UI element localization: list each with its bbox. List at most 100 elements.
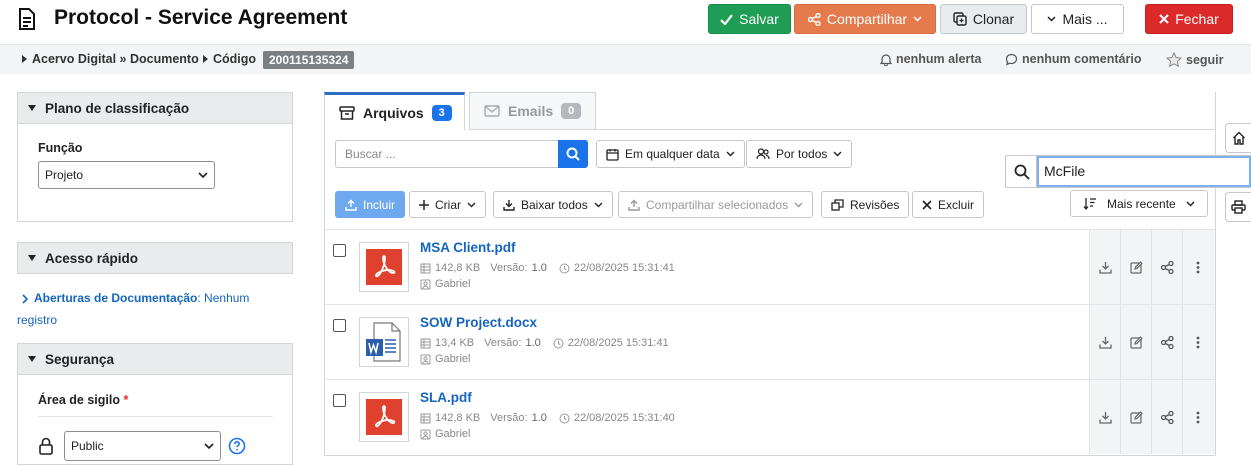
- save-label: Salvar: [739, 11, 779, 27]
- file-row[interactable]: SLA.pdf 142,8 KB Versão: 1.0 22/08/2025 …: [325, 379, 1215, 454]
- edit-button[interactable]: [1120, 230, 1151, 304]
- overlay-search-input[interactable]: McFile: [1037, 156, 1251, 187]
- file-name[interactable]: SOW Project.docx: [420, 315, 537, 330]
- tab-arquivos[interactable]: Arquivos 3: [324, 92, 465, 130]
- file-name[interactable]: MSA Client.pdf: [420, 240, 516, 255]
- quick-access-suffix-2: registro: [17, 313, 58, 327]
- file-row[interactable]: SOW Project.docx 13,4 KB Versão: 1.0 22/…: [325, 304, 1215, 379]
- check-icon: [720, 13, 734, 25]
- file-thumbnail[interactable]: [359, 317, 409, 367]
- function-select[interactable]: Projeto: [38, 161, 215, 189]
- revisions-label: Revisões: [850, 197, 900, 212]
- row-actions: [1089, 380, 1215, 454]
- overlay-search-box[interactable]: McFile: [1005, 155, 1251, 188]
- date-filter-dropdown[interactable]: Em qualquer data: [596, 140, 745, 168]
- sort-icon: [1083, 197, 1097, 210]
- revisions-button[interactable]: Revisões: [821, 191, 910, 218]
- share-button[interactable]: [1151, 380, 1182, 454]
- chevron-down-icon: [467, 202, 476, 208]
- save-button[interactable]: Salvar: [708, 4, 791, 34]
- file-row[interactable]: MSA Client.pdf 142,8 KB Versão: 1.0 22/0…: [325, 229, 1215, 304]
- edit-icon: [1129, 335, 1143, 349]
- classification-panel-header[interactable]: Plano de classificação: [17, 92, 293, 124]
- follow-link[interactable]: seguir: [1166, 52, 1224, 67]
- more-button[interactable]: Mais ...: [1031, 4, 1124, 34]
- quick-access-suffix: : Nenhum: [197, 291, 250, 305]
- edit-icon: [1129, 260, 1143, 274]
- quick-access-link[interactable]: Aberturas de Documentação: [34, 291, 197, 305]
- user-icon: [420, 354, 431, 365]
- share-button[interactable]: Compartilhar: [794, 4, 936, 34]
- home-button[interactable]: [1225, 123, 1251, 153]
- more-options-button[interactable]: [1182, 230, 1213, 304]
- revisions-icon: [831, 198, 844, 211]
- search-input[interactable]: Buscar ...: [335, 140, 559, 168]
- download-button[interactable]: [1089, 305, 1120, 379]
- print-button[interactable]: [1225, 192, 1251, 222]
- tab-emails[interactable]: Emails 0: [469, 92, 596, 130]
- chevron-down-icon: [833, 151, 842, 157]
- secrecy-area-value: Public: [71, 439, 104, 453]
- download-icon: [1098, 336, 1112, 349]
- download-all-button[interactable]: Baixar todos: [493, 191, 613, 218]
- security-panel-header[interactable]: Segurança: [17, 343, 293, 375]
- search-button[interactable]: [558, 140, 588, 168]
- share-button[interactable]: [1151, 305, 1182, 379]
- plus-icon: [419, 199, 429, 210]
- alerts-label: nenhum alerta: [896, 52, 982, 66]
- row-checkbox[interactable]: [333, 319, 346, 332]
- bell-icon: [880, 53, 892, 66]
- chevron-down-icon: [1186, 201, 1195, 207]
- caret-down-icon: [28, 105, 36, 111]
- breadcrumb-code-label: Código: [203, 52, 256, 66]
- author-name: Gabriel: [435, 428, 471, 440]
- create-button[interactable]: Criar: [409, 191, 486, 218]
- file-thumbnail[interactable]: [359, 242, 409, 292]
- quick-access-panel-header[interactable]: Acesso rápido: [17, 242, 293, 274]
- sort-dropdown[interactable]: Mais recente: [1070, 190, 1208, 217]
- share-selected-button[interactable]: Compartilhar selecionados: [618, 191, 814, 218]
- more-options-button[interactable]: [1182, 380, 1213, 454]
- breadcrumb-item: Código: [213, 52, 257, 66]
- secrecy-area-select[interactable]: Public: [64, 431, 221, 461]
- download-button[interactable]: [1089, 380, 1120, 454]
- more-options-button[interactable]: [1182, 305, 1213, 379]
- file-author: Gabriel: [420, 353, 470, 365]
- user-icon: [420, 279, 431, 290]
- user-icon: [420, 429, 431, 440]
- share-icon: [1160, 335, 1174, 349]
- upload-icon: [628, 199, 640, 211]
- breadcrumb-item[interactable]: Acervo Digital » Documento: [32, 52, 199, 66]
- share-button[interactable]: [1151, 230, 1182, 304]
- file-name[interactable]: SLA.pdf: [420, 390, 472, 405]
- file-meta: 13,4 KB Versão: 1.0 22/08/2025 15:31:41: [420, 337, 669, 349]
- comments-label: nenhum comentário: [1022, 52, 1142, 66]
- search-icon: [1014, 164, 1030, 180]
- date-filter-label: Em qualquer data: [625, 147, 720, 161]
- quick-access-item[interactable]: Aberturas de Documentação: Nenhum registr…: [17, 287, 293, 331]
- calendar-icon: [606, 148, 619, 161]
- include-button[interactable]: Incluir: [335, 191, 406, 218]
- file-size: 142,8 KB: [435, 262, 481, 274]
- alerts-link[interactable]: nenhum alerta: [880, 52, 981, 66]
- tab-label: Emails: [508, 103, 554, 119]
- delete-button[interactable]: Excluir: [912, 191, 985, 218]
- envelope-icon: [484, 105, 500, 117]
- file-thumbnail[interactable]: [359, 392, 409, 442]
- user-filter-dropdown[interactable]: Por todos: [746, 140, 853, 168]
- panel-title: Plano de classificação: [45, 100, 190, 116]
- row-checkbox[interactable]: [333, 394, 346, 407]
- help-icon[interactable]: [228, 437, 246, 455]
- download-button[interactable]: [1089, 230, 1120, 304]
- search-icon: [566, 147, 580, 161]
- file-date: 22/08/2025 15:31:41: [567, 337, 669, 349]
- clone-button[interactable]: Clonar: [940, 4, 1027, 34]
- edit-button[interactable]: [1120, 380, 1151, 454]
- author-name: Gabriel: [435, 353, 471, 365]
- users-icon: [756, 148, 770, 160]
- row-checkbox[interactable]: [333, 244, 346, 257]
- comments-link[interactable]: nenhum comentário: [1005, 52, 1141, 66]
- edit-button[interactable]: [1120, 305, 1151, 379]
- close-button[interactable]: Fechar: [1145, 4, 1233, 34]
- breadcrumb-path[interactable]: Acervo Digital » Documento: [22, 52, 199, 66]
